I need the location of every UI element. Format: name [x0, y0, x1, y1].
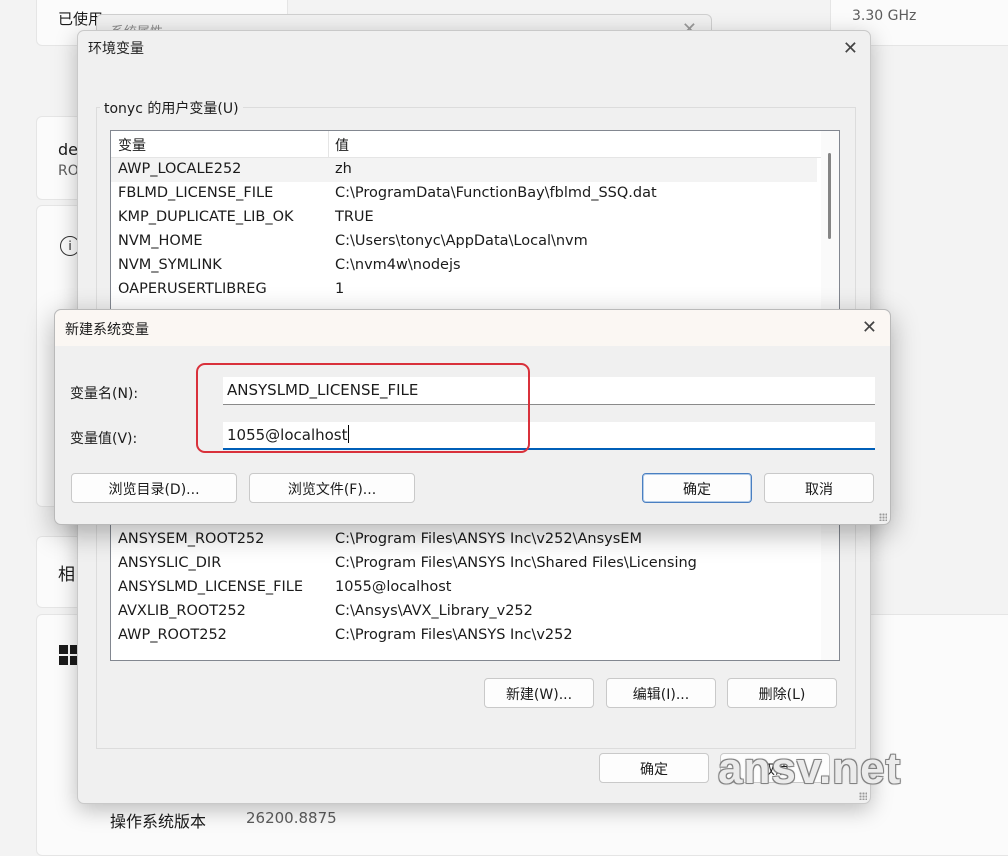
title-bar: [55, 310, 890, 346]
os-version-label: 操作系统版本: [110, 812, 207, 831]
scrollbar-thumb[interactable]: [828, 153, 831, 239]
scrollbar[interactable]: [821, 502, 839, 660]
table-row[interactable]: NVM_SYMLINK C:\nvm4w\nodejs: [111, 254, 817, 278]
table-row[interactable]: AVXLIB_ROOT252 C:\Ansys\AVX_Library_v252: [111, 600, 817, 624]
var-name: ANSYSLMD_LICENSE_FILE: [118, 579, 303, 595]
new-var-dialog-title: 新建系统变量: [65, 322, 149, 338]
var-value: C:\Users\tonyc\AppData\Local\nvm: [335, 233, 588, 249]
var-value: 1: [335, 281, 345, 297]
var-value: zh: [335, 161, 352, 177]
text-caret: [347, 425, 349, 443]
var-value: C:\Program Files\ANSYS Inc\v252: [335, 627, 573, 643]
close-icon[interactable]: ✕: [862, 319, 877, 337]
table-row[interactable]: NVM_HOME C:\Users\tonyc\AppData\Local\nvm: [111, 230, 817, 254]
delete-button[interactable]: 删除(L): [727, 678, 837, 708]
var-name: AVXLIB_ROOT252: [118, 603, 246, 619]
var-name: ANSYSEM_ROOT252: [118, 531, 265, 547]
var-value: C:\nvm4w\nodejs: [335, 257, 461, 273]
table-row[interactable]: AWP_LOCALE252 zh: [111, 158, 817, 182]
new-button[interactable]: 新建(W)...: [484, 678, 594, 708]
watermark: ansv.net: [718, 744, 902, 793]
close-icon[interactable]: ✕: [843, 40, 858, 58]
resize-grip[interactable]: [879, 513, 887, 521]
table-row[interactable]: KMP_DUPLICATE_LIB_OK TRUE: [111, 206, 817, 230]
device-sub-partial: RO: [58, 163, 79, 179]
related-partial: 相: [58, 565, 75, 585]
ok-button[interactable]: 确定: [599, 753, 709, 783]
var-value: C:\Program Files\ANSYS Inc\Shared Files\…: [335, 555, 697, 571]
cancel-button[interactable]: 取消: [764, 473, 874, 503]
env-dialog-title: 环境变量: [88, 41, 144, 57]
var-name: ANSYSLIC_DIR: [118, 555, 222, 571]
table-row[interactable]: ANSYSLMD_LICENSE_FILE 1055@localhost: [111, 576, 817, 600]
var-value: C:\ProgramData\FunctionBay\fblmd_SSQ.dat: [335, 185, 657, 201]
variable-value-text: 1055@localhost: [227, 426, 348, 444]
os-version-value: 26200.8875: [246, 809, 337, 827]
variable-name-field[interactable]: ANSYSLMD_LICENSE_FILE: [223, 377, 875, 405]
list-header: 变量 值: [111, 131, 839, 158]
device-name-partial: de: [58, 140, 78, 159]
browse-directory-button[interactable]: 浏览目录(D)...: [71, 473, 237, 503]
col-value[interactable]: 值: [335, 135, 349, 155]
table-row[interactable]: ANSYSEM_ROOT252 C:\Program Files\ANSYS In…: [111, 528, 817, 552]
var-name: NVM_HOME: [118, 233, 203, 249]
var-value: C:\Program Files\ANSYS Inc\v252\AnsysEM: [335, 531, 642, 547]
user-vars-list[interactable]: 变量 值 AWP_LOCALE252 zh FBLMD_LICENSE_FILE C…: [110, 130, 840, 312]
cpu-speed: 3.30 GHz: [852, 8, 917, 24]
scrollbar[interactable]: [821, 131, 839, 311]
ok-button[interactable]: 确定: [642, 473, 752, 503]
column-divider: [328, 131, 329, 157]
var-value: C:\Ansys\AVX_Library_v252: [335, 603, 533, 619]
table-row[interactable]: OAPERUSERTLIBREG 1: [111, 278, 817, 302]
var-name: OAPERUSERTLIBREG: [118, 281, 267, 297]
table-row[interactable]: AWP_ROOT252 C:\Program Files\ANSYS Inc\v2…: [111, 624, 817, 648]
system-vars-list[interactable]: ANSYSEM_ROOT252 C:\Program Files\ANSYS In…: [110, 501, 840, 661]
table-row[interactable]: FBLMD_LICENSE_FILE C:\ProgramData\Functio…: [111, 182, 817, 206]
var-name: AWP_ROOT252: [118, 627, 227, 643]
var-name: KMP_DUPLICATE_LIB_OK: [118, 209, 294, 225]
variable-value-label: 变量值(V):: [70, 431, 138, 447]
edit-button[interactable]: 编辑(I)...: [606, 678, 716, 708]
variable-name-label: 变量名(N):: [70, 386, 139, 402]
browse-file-button[interactable]: 浏览文件(F)...: [249, 473, 415, 503]
var-name: NVM_SYMLINK: [118, 257, 222, 273]
new-system-variable-dialog: 新建系统变量 ✕ 变量名(N): ANSYSLMD_LICENSE_FILE 变…: [54, 309, 891, 525]
user-vars-label: tonyc 的用户变量(U): [100, 98, 243, 118]
var-value: 1055@localhost: [335, 579, 452, 595]
windows-logo-icon: [59, 645, 79, 665]
table-row[interactable]: ANSYSLIC_DIR C:\Program Files\ANSYS Inc\S…: [111, 552, 817, 576]
var-name: FBLMD_LICENSE_FILE: [118, 185, 274, 201]
var-value: TRUE: [335, 209, 374, 225]
col-variable[interactable]: 变量: [118, 135, 146, 155]
var-name: AWP_LOCALE252: [118, 161, 242, 177]
variable-value-field[interactable]: 1055@localhost: [223, 422, 875, 450]
variable-name-text: ANSYSLMD_LICENSE_FILE: [227, 381, 419, 399]
